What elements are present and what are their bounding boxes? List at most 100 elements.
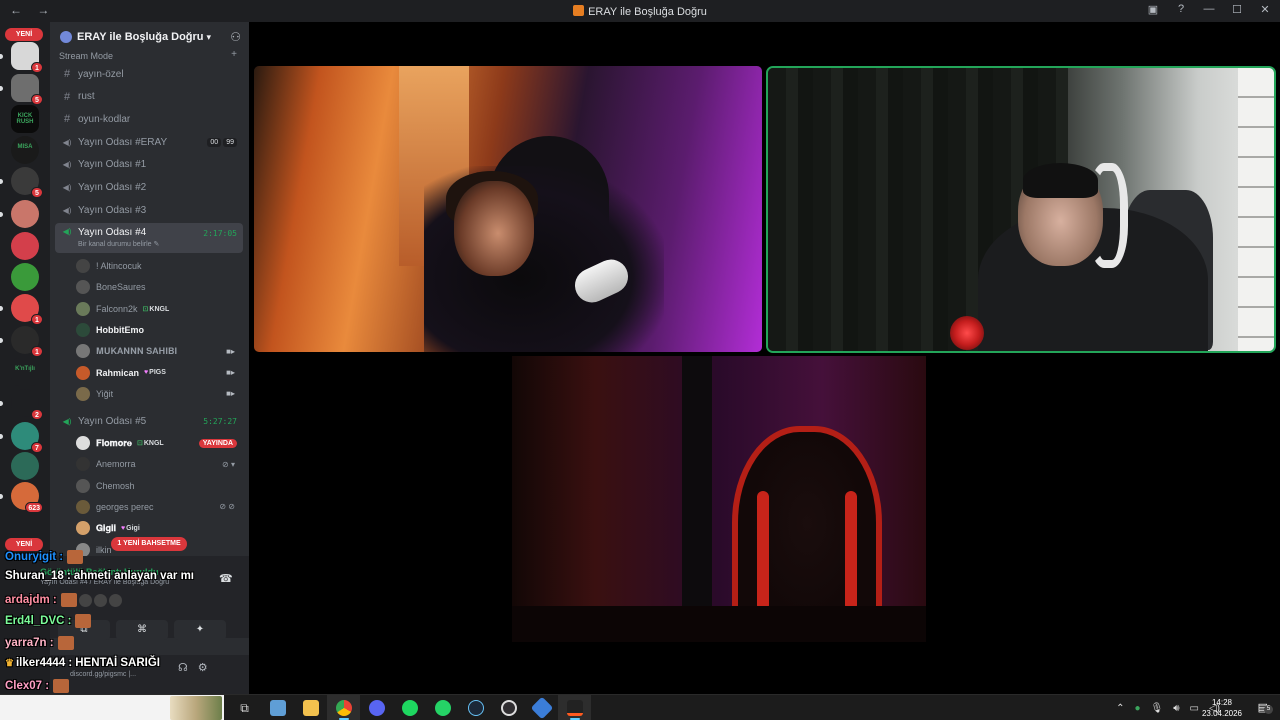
inbox-icon[interactable]: ▣ — [1146, 3, 1160, 16]
screen-share-button[interactable]: ⌘ — [116, 620, 168, 640]
voice-user[interactable]: HobbitEmo — [76, 320, 241, 340]
status-dot-icon[interactable]: ● — [1134, 703, 1140, 714]
tag-icon: ⊡ — [142, 305, 149, 313]
server-icon-server-7[interactable] — [11, 232, 39, 260]
file-explorer-icon[interactable] — [294, 695, 327, 720]
video-tile-3[interactable] — [512, 356, 926, 642]
voice-user[interactable]: Rahmican ♥PIGS ■▸ — [76, 363, 241, 383]
app-icon[interactable] — [525, 695, 558, 720]
explorer-icon[interactable] — [261, 695, 294, 720]
channel-voice[interactable]: ◀) Yayın Odası #3 — [55, 200, 243, 220]
voice-user-name: 𝐅𝐥𝐨𝐦𝐨𝐫𝐞 — [96, 437, 132, 448]
invite-icon[interactable]: ⚇ — [230, 30, 241, 44]
voice-user[interactable]: ! Altincocuk — [76, 256, 241, 276]
muted-icon: ⊘ ⊘ — [219, 502, 235, 512]
voice-user[interactable]: Falconn2k ⊡KNGL — [76, 299, 241, 319]
obs-icon[interactable] — [492, 695, 525, 720]
voice-user[interactable]: 𝐅𝐥𝐨𝐦𝐨𝐫𝐞 ⊡KNGL YAYINDA — [76, 433, 241, 453]
server-icon-server-6[interactable] — [11, 200, 39, 228]
guild-header[interactable]: ERAY ile Boşluğa Doğru ▾ ⚇ — [50, 22, 249, 52]
emote-icon — [108, 593, 122, 607]
new-mention-pill[interactable]: 1 YENİ BAHSETME — [111, 537, 187, 551]
server-icon-kick-rush[interactable]: KICK RUSH — [11, 105, 39, 133]
channel-text[interactable]: # yayın-özel — [55, 64, 243, 84]
channel-text[interactable]: # rust — [55, 87, 243, 107]
avatar — [76, 322, 90, 337]
chat-username: Clex07 : — [5, 680, 50, 692]
voice-user[interactable]: BoneSaures — [76, 277, 241, 297]
channel-voice-active[interactable]: ◀) Yayın Odası #4 Bir kanal durumu belirle… — [55, 223, 243, 253]
channel-voice[interactable]: ◀) Yayın Odası #1 — [55, 155, 243, 175]
server-icon-server-1[interactable]: 1 — [11, 42, 43, 73]
volume-icon[interactable]: 🔊︎ — [1173, 703, 1179, 714]
video-tile-1[interactable] — [254, 66, 762, 352]
channel-voice[interactable]: ◀) Yayın Odası #2 — [55, 178, 243, 198]
voice-user[interactable]: 𝐌𝐔𝐊𝐀𝐍𝐍𝐍 𝐒𝐀𝐇𝐈𝐁𝐈 ■▸ — [76, 341, 241, 361]
activity-button[interactable]: ✦ — [174, 620, 226, 640]
server-icon-misa[interactable]: MISA — [11, 136, 39, 164]
close-button[interactable]: ✕ — [1258, 3, 1272, 16]
server-icon-server-9[interactable]: 1 — [11, 294, 43, 325]
settings-icon[interactable]: ⚙ — [198, 661, 208, 674]
boost-icon — [60, 31, 72, 43]
headphones-icon[interactable]: ☊ — [178, 661, 188, 674]
server-icon-server-8[interactable] — [11, 263, 39, 291]
emote-icon — [67, 550, 84, 564]
taskbar-apps: ⧉ — [228, 695, 591, 720]
notification-count: 5 — [1264, 705, 1273, 714]
notification-icon[interactable]: ▤ 5 — [1258, 701, 1273, 714]
server-badge: 1 — [31, 62, 43, 73]
avatar — [76, 259, 90, 273]
video-tile-2-speaking[interactable] — [766, 66, 1276, 353]
mic-icon[interactable]: 🎙︎ — [1151, 703, 1164, 714]
chevron-up-icon[interactable]: ⌃ — [1116, 703, 1124, 714]
disconnect-icon[interactable]: ☎ — [219, 572, 233, 585]
channel-voice[interactable]: ◀) Yayın Odası #ERAY 00 99 — [55, 132, 243, 152]
taskbar-clock[interactable]: 14:28 23.04.2026 — [1202, 697, 1242, 719]
server-icon-server-2[interactable]: 5 — [11, 74, 43, 105]
emote-icon — [60, 593, 77, 607]
voice-user[interactable]: Chemosh — [76, 476, 241, 496]
maximize-button[interactable]: ☐ — [1230, 3, 1244, 16]
crown-icon: ♛ — [5, 657, 14, 669]
unread-pip — [0, 179, 3, 184]
channel-name: Yayın Odası #1 — [78, 159, 147, 171]
voice-user[interactable]: georges perec ⊘ ⊘ — [76, 497, 241, 517]
help-icon[interactable]: ? — [1174, 3, 1188, 16]
server-icon-server-12[interactable]: 2 — [11, 389, 43, 420]
chrome-icon[interactable] — [327, 695, 360, 720]
discord-icon[interactable] — [360, 695, 393, 720]
minimize-button[interactable]: — — [1202, 3, 1216, 16]
server-icon-server-13[interactable]: 7 — [11, 422, 43, 453]
add-channel-icon[interactable]: + — [231, 49, 237, 60]
server-icon-server-10[interactable]: 1 — [11, 326, 43, 357]
steam-icon[interactable] — [459, 695, 492, 720]
tag-icon: ⊡ — [137, 440, 143, 447]
server-label: KICK RUSH — [16, 113, 34, 125]
unread-pip — [0, 54, 3, 59]
voice-user[interactable]: Yiğit ■▸ — [76, 384, 241, 404]
studio-icon[interactable] — [558, 695, 591, 720]
video-pole — [682, 356, 712, 642]
server-icon-server-5[interactable]: 5 — [11, 167, 43, 198]
network-icon[interactable]: ▭ — [1190, 703, 1199, 714]
task-view-icon[interactable]: ⧉ — [228, 695, 261, 720]
voice-user[interactable]: 𝐆𝐢𝐠𝐢𝐢 ♥Gigi — [76, 518, 241, 538]
channel-name: yayın-özel — [78, 68, 124, 80]
tag-icon: ♥ — [144, 369, 149, 376]
server-icon-server-14[interactable] — [11, 452, 39, 480]
tag-icon: ♥ — [121, 524, 126, 532]
server-icon-server-15[interactable]: 623 — [11, 482, 43, 513]
spotify-icon[interactable] — [393, 695, 426, 720]
server-badge: 5 — [31, 94, 43, 105]
stream-mode-label: Stream Mode — [59, 51, 114, 61]
chevron-down-icon: ▾ — [206, 31, 212, 42]
emote-icon — [93, 593, 107, 607]
whatsapp-icon[interactable] — [426, 695, 459, 720]
voice-user[interactable]: Anemorra ⊘ ▾ — [76, 454, 241, 474]
channel-voice[interactable]: ◀) Yayın Odası #5 5:27:27 — [55, 411, 243, 431]
taskbar-search[interactable] — [0, 695, 224, 720]
server-icon-kotijo[interactable]: K'nTıjlı — [11, 358, 39, 386]
new-badge-top[interactable]: YENİ — [5, 28, 43, 41]
channel-text[interactable]: # oyun-kodlar — [55, 109, 243, 129]
